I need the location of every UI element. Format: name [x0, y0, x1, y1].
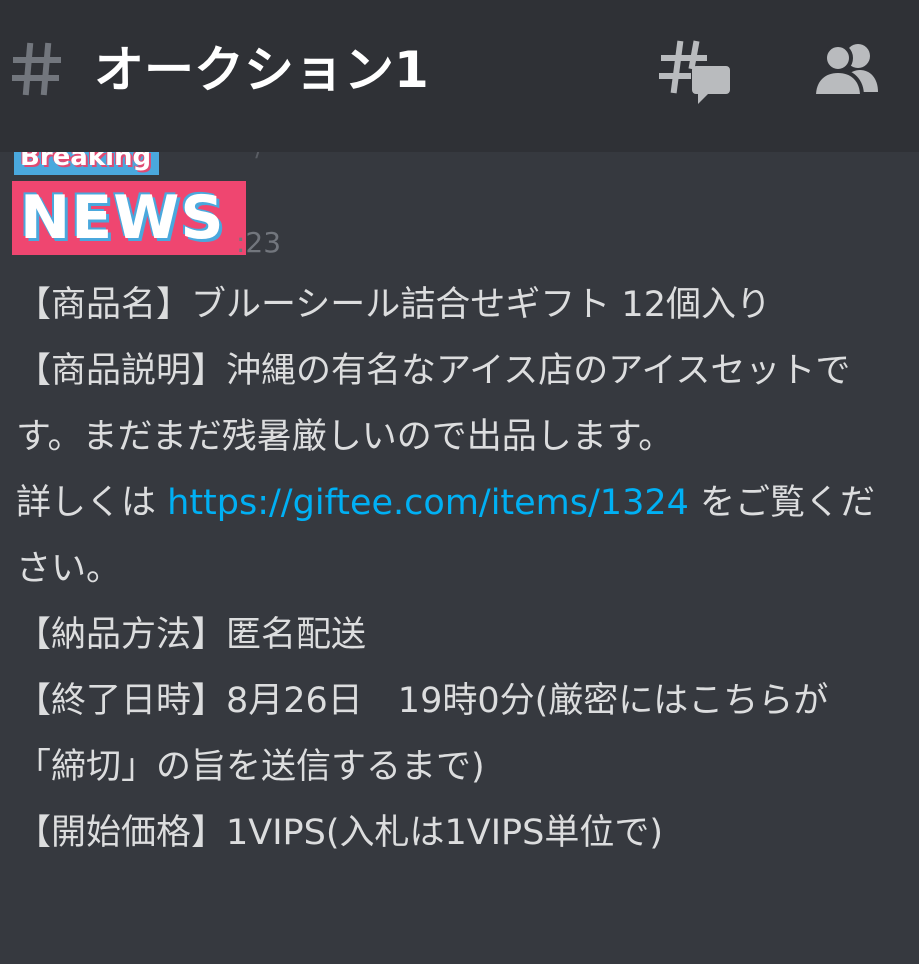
- avatar-badge-news: NEWS: [12, 181, 246, 255]
- channel-title: オークション1: [94, 41, 429, 99]
- details-prefix: 詳しくは: [16, 483, 168, 523]
- details-line: 詳しくは https://giftee.com/items/1324 をご覧くだ…: [16, 470, 896, 602]
- avatar-badge-breaking: Breaking: [14, 152, 160, 175]
- end-time-line: 【終了日時】8月26日 19時0分(厳密にはこちらが「締切」の旨を送信するまで): [16, 681, 829, 787]
- members-icon: [811, 43, 878, 98]
- channel-header: オークション1: [0, 0, 919, 152]
- members-button[interactable]: [811, 40, 882, 100]
- avatar[interactable]: Breaking NEWS: [12, 152, 246, 260]
- message-content: 【商品名】ブルーシール詰合せギフト 12個入り 【商品説明】沖縄の有名なアイス店…: [16, 272, 896, 866]
- product-description-line: 【商品説明】沖縄の有名なアイス店のアイスセットです。まだまだ残暑厳しいので出品し…: [16, 351, 851, 457]
- start-price-line: 【開始価格】1VIPS(入札は1VIPS単位で): [16, 813, 664, 853]
- hash-icon: [12, 42, 61, 96]
- product-name-line: 【商品名】ブルーシール詰合せギフト 12個入り: [16, 285, 771, 325]
- threads-icon: [659, 40, 730, 104]
- message-list[interactable]: · / · Breaking NEWS :23 【商品名】ブルーシール詰合せギフ…: [0, 152, 919, 964]
- giftee-link[interactable]: https://giftee.com/items/1324: [167, 483, 689, 523]
- threads-button[interactable]: [658, 38, 732, 108]
- delivery-line: 【納品方法】匿名配送: [16, 615, 367, 655]
- message-timestamp: :23: [236, 226, 282, 259]
